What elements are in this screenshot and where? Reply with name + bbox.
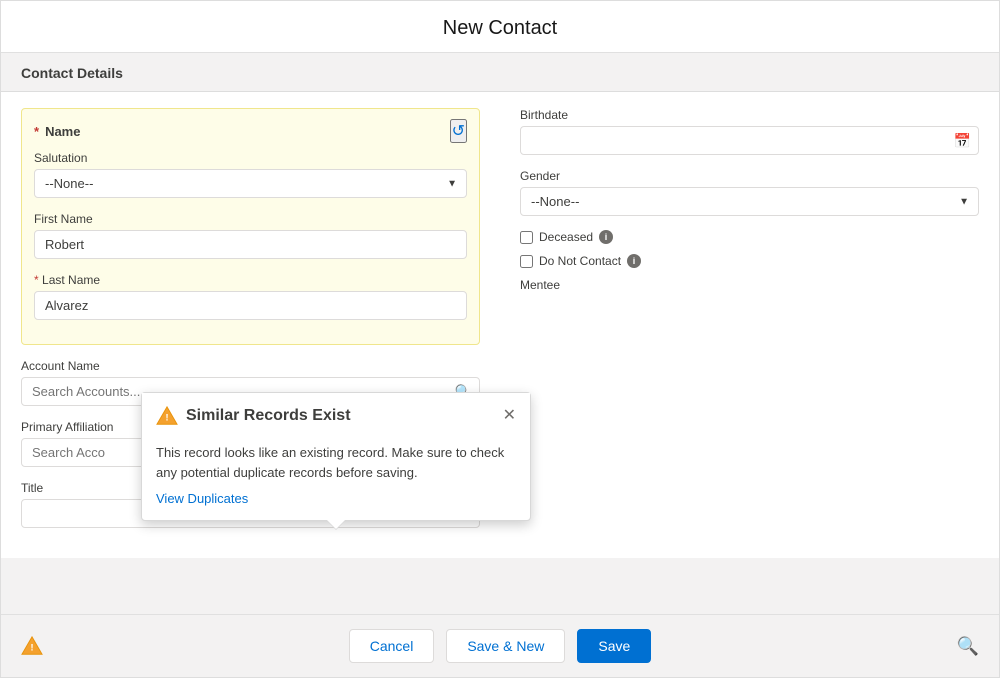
birthdate-label: Birthdate [520, 108, 979, 122]
warning-triangle-icon: ! [156, 405, 178, 427]
popup-body: This record looks like an existing recor… [142, 435, 530, 520]
page-container: New Contact Contact Details * Name ↺ [0, 0, 1000, 678]
duplicate-popup: ! Similar Records Exist ✕ This record lo… [141, 392, 531, 521]
birthdate-input[interactable] [520, 126, 979, 155]
undo-button[interactable]: ↺ [450, 119, 467, 143]
gender-field: Gender --None-- Male Female Non-Binary O… [520, 169, 979, 216]
form-body: * Name ↺ Salutation --None-- Mr. [1, 92, 999, 558]
page-header: New Contact [1, 1, 999, 53]
deceased-label: Deceased [539, 230, 593, 244]
cancel-button[interactable]: Cancel [349, 629, 435, 663]
view-duplicates-link[interactable]: View Duplicates [156, 491, 248, 506]
save-button[interactable]: Save [577, 629, 651, 663]
account-name-label: Account Name [21, 359, 480, 373]
content-area: Contact Details * Name ↺ [1, 53, 999, 614]
do-not-contact-info-icon[interactable]: i [627, 254, 641, 268]
salutation-select-wrapper: --None-- Mr. Ms. Mrs. Dr. Prof. [34, 169, 467, 198]
section-label: Contact Details [21, 65, 123, 81]
birthdate-field: Birthdate 📅 [520, 108, 979, 155]
name-section: * Name ↺ Salutation --None-- Mr. [21, 108, 480, 345]
save-new-button[interactable]: Save & New [446, 629, 565, 663]
birthdate-wrapper: 📅 [520, 126, 979, 155]
popup-message: This record looks like an existing recor… [156, 443, 516, 482]
do-not-contact-label: Do Not Contact [539, 254, 621, 268]
first-name-field: First Name [34, 212, 467, 259]
popup-title: Similar Records Exist [186, 407, 495, 425]
mentee-field: Mentee [520, 278, 979, 292]
salutation-select[interactable]: --None-- Mr. Ms. Mrs. Dr. Prof. [34, 169, 467, 198]
first-name-label: First Name [34, 212, 467, 226]
deceased-info-icon[interactable]: i [599, 230, 613, 244]
right-column: Birthdate 📅 Gender --None-- Male [520, 108, 979, 542]
popup-header: ! Similar Records Exist ✕ [142, 393, 530, 435]
required-star: * [34, 124, 39, 139]
calendar-icon[interactable]: 📅 [954, 132, 971, 149]
deceased-checkbox[interactable] [520, 231, 533, 244]
last-name-label: Last Name [34, 273, 467, 287]
do-not-contact-checkbox[interactable] [520, 255, 533, 268]
svg-text:!: ! [165, 413, 168, 423]
popup-arrow [326, 520, 346, 530]
mentee-label: Mentee [520, 278, 979, 292]
do-not-contact-field: Do Not Contact i [520, 254, 979, 268]
footer-warning-icon: ! [21, 635, 43, 657]
popup-close-button[interactable]: ✕ [503, 408, 516, 424]
svg-text:!: ! [30, 643, 33, 653]
salutation-field: Salutation --None-- Mr. Ms. Mrs. Dr. Pro… [34, 151, 467, 198]
gender-select[interactable]: --None-- Male Female Non-Binary Other [520, 187, 979, 216]
name-label: Name [45, 124, 80, 139]
section-header: Contact Details [1, 53, 999, 92]
last-name-field: Last Name [34, 273, 467, 320]
salutation-label: Salutation [34, 151, 467, 165]
first-name-input[interactable] [34, 230, 467, 259]
page-title: New Contact [21, 17, 979, 40]
name-section-title: * Name ↺ [34, 119, 467, 143]
deceased-field: Deceased i [520, 230, 979, 244]
gender-label: Gender [520, 169, 979, 183]
page-footer: ! Cancel Save & New Save 🔍 [1, 614, 999, 677]
gender-select-wrapper: --None-- Male Female Non-Binary Other [520, 187, 979, 216]
footer-search-icon[interactable]: 🔍 [957, 636, 979, 657]
last-name-input[interactable] [34, 291, 467, 320]
